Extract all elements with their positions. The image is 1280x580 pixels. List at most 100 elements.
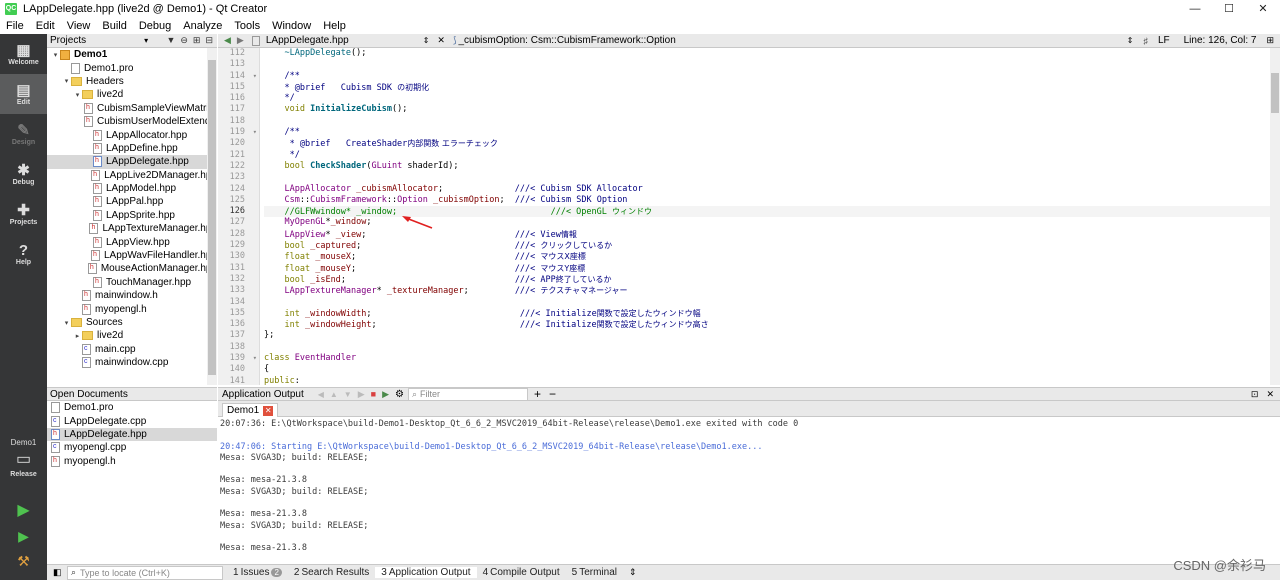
chevron-down-icon[interactable]: ▾ <box>62 77 71 85</box>
close-icon[interactable]: ✕ <box>1266 389 1274 400</box>
chevron-right-icon[interactable]: ▸ <box>73 332 82 340</box>
chevron-down-icon[interactable]: ▾ <box>73 91 82 99</box>
code-line[interactable]: int _windowHeight; ///< Initialize関数で設定し… <box>264 319 1270 330</box>
code-line[interactable] <box>264 59 1270 70</box>
open-document-item[interactable]: myopengl.h <box>47 455 217 468</box>
code-line[interactable] <box>264 172 1270 183</box>
code-line[interactable]: */ <box>264 150 1270 161</box>
code-line[interactable]: void InitializeCubism(); <box>264 104 1270 115</box>
code-line[interactable]: * @brief Cubism SDK の初期化 <box>264 82 1270 93</box>
fold-icon[interactable]: ▾ <box>253 127 257 138</box>
tree-item[interactable]: ▸ live2d <box>47 329 217 342</box>
close-icon[interactable]: ✕ <box>437 35 445 46</box>
editor-file-tab[interactable]: LAppDelegate.hpp <box>266 35 349 46</box>
open-document-item[interactable]: Demo1.pro <box>47 401 217 414</box>
menu-tools[interactable]: Tools <box>228 20 266 32</box>
code-line[interactable]: LAppTextureManager* _textureManager; ///… <box>264 285 1270 296</box>
tree-item[interactable]: LAppView.hpp <box>47 235 217 248</box>
code-line[interactable]: bool _captured; ///< クリックしているか <box>264 240 1270 251</box>
code-line[interactable] <box>264 116 1270 127</box>
rerun-icon[interactable]: ▶ <box>358 389 365 400</box>
toggle-sidebar-icon[interactable]: ◧ <box>53 567 62 578</box>
menu-view[interactable]: View <box>61 20 97 32</box>
tree-item[interactable]: LAppTextureManager.hpp <box>47 222 217 235</box>
maximize-panel-icon[interactable]: ⊡ <box>1251 389 1259 400</box>
up-icon[interactable]: ▲ <box>330 390 338 399</box>
tree-item[interactable]: LAppDelegate.hpp <box>47 155 217 169</box>
scrollbar-thumb[interactable] <box>1271 73 1279 113</box>
tree-item[interactable]: LAppPal.hpp <box>47 195 217 208</box>
close-window-button[interactable]: ✕ <box>1246 0 1280 17</box>
open-documents-title[interactable]: Open Documents <box>50 389 128 400</box>
menu-help[interactable]: Help <box>317 20 352 32</box>
tree-item[interactable]: LAppWavFileHandler.hpp <box>47 249 217 262</box>
tree-item[interactable]: ▾ Demo1 <box>47 48 217 61</box>
project-tree-scrollbar[interactable] <box>207 48 217 385</box>
chevron-down-icon[interactable]: ⇕ <box>1127 36 1134 45</box>
chevron-down-icon[interactable]: ▾ <box>144 36 148 45</box>
code-line[interactable] <box>264 342 1270 353</box>
code-line[interactable]: class EventHandler <box>264 353 1270 364</box>
scrollbar-thumb[interactable] <box>208 60 216 375</box>
code-line[interactable]: Csm::CubismFramework::Option _cubismOpti… <box>264 195 1270 206</box>
run-icon[interactable]: ▶ <box>17 500 29 520</box>
chevron-down-icon[interactable]: ⇕ <box>629 567 637 578</box>
encoding-icon[interactable]: ♯ <box>1143 36 1148 46</box>
code-line[interactable]: * @brief CreateShader内部関数 エラーチェック <box>264 138 1270 149</box>
menu-file[interactable]: File <box>0 20 30 32</box>
code-line[interactable]: bool CheckShader(GLuint shaderId); <box>264 161 1270 172</box>
menu-build[interactable]: Build <box>96 20 132 32</box>
add-icon[interactable]: + <box>534 387 541 401</box>
filter-input[interactable]: ⌕ Filter <box>407 387 528 401</box>
split-icon[interactable]: ⊞ <box>1266 35 1274 46</box>
tree-item[interactable]: MouseActionManager.hpp <box>47 262 217 275</box>
code-line[interactable]: LAppView* _view; ///< View情報 <box>264 229 1270 240</box>
code-line[interactable]: /** <box>264 127 1270 138</box>
tree-item[interactable]: CubismUserModelExtend.h <box>47 115 217 128</box>
code-line[interactable] <box>264 297 1270 308</box>
code-line[interactable]: float _mouseY; ///< マウスY座標 <box>264 263 1270 274</box>
link-icon[interactable]: ⊖ <box>180 35 188 46</box>
settings-gear-icon[interactable]: ⚙ <box>395 389 404 400</box>
output-pane-tab[interactable]: 5 Terminal <box>566 567 623 578</box>
fold-icon[interactable]: ▾ <box>253 71 257 82</box>
output-tab-demo1[interactable]: Demo1 ✕ <box>222 403 279 417</box>
editor-scrollbar[interactable] <box>1270 48 1280 385</box>
forward-icon[interactable]: ▶ <box>237 35 244 46</box>
down-icon[interactable]: ▼ <box>344 390 352 399</box>
tree-item[interactable]: TouchManager.hpp <box>47 276 217 289</box>
locator-input[interactable]: ⌕ Type to locate (Ctrl+K) <box>67 565 223 580</box>
tree-item[interactable]: mainwindow.h <box>47 289 217 302</box>
close-tab-icon[interactable]: ✕ <box>263 405 274 416</box>
open-document-item[interactable]: LAppDelegate.cpp <box>47 414 217 427</box>
code-line[interactable]: /** <box>264 71 1270 82</box>
maximize-button[interactable]: ☐ <box>1212 0 1246 17</box>
tree-item[interactable]: LAppLive2DManager.hpp <box>47 169 217 182</box>
split-icon[interactable]: ⊞ <box>193 35 201 46</box>
menu-analyze[interactable]: Analyze <box>177 20 228 32</box>
chevron-down-icon[interactable]: ▾ <box>62 319 71 327</box>
close-icon[interactable]: ⊟ <box>205 35 213 46</box>
debug-run-icon[interactable]: ▶ <box>18 528 29 545</box>
output-pane-tab[interactable]: 3 Application Output <box>375 567 477 578</box>
tree-item[interactable]: main.cpp <box>47 343 217 356</box>
open-document-item[interactable]: LAppDelegate.hpp <box>47 427 217 442</box>
tree-item[interactable]: Demo1.pro <box>47 61 217 74</box>
code-line[interactable]: float _mouseX; ///< マウスX座標 <box>264 251 1270 262</box>
tree-item[interactable]: mainwindow.cpp <box>47 356 217 369</box>
tree-item[interactable]: LAppAllocator.hpp <box>47 128 217 141</box>
symbol-selector[interactable]: _cubismOption: Csm::CubismFramework::Opt… <box>458 35 675 46</box>
output-pane-tab[interactable]: 2 Search Results <box>288 567 375 578</box>
mode-edit[interactable]: ▤ Edit <box>0 74 47 114</box>
open-document-item[interactable]: myopengl.cpp <box>47 441 217 454</box>
code-line[interactable]: bool _isEnd; ///< APP終了しているか <box>264 274 1270 285</box>
mode-welcome[interactable]: ▦ Welcome <box>0 34 47 74</box>
attach-icon[interactable]: ▶ <box>382 389 389 400</box>
chevron-down-icon[interactable]: ⇕ <box>423 36 430 45</box>
tree-item[interactable]: LAppDefine.hpp <box>47 142 217 155</box>
code-line[interactable]: { <box>264 364 1270 375</box>
tree-item[interactable]: ▾ Headers <box>47 75 217 88</box>
menu-window[interactable]: Window <box>266 20 317 32</box>
mode-help[interactable]: ? Help <box>0 234 47 274</box>
remove-icon[interactable]: − <box>549 387 556 401</box>
